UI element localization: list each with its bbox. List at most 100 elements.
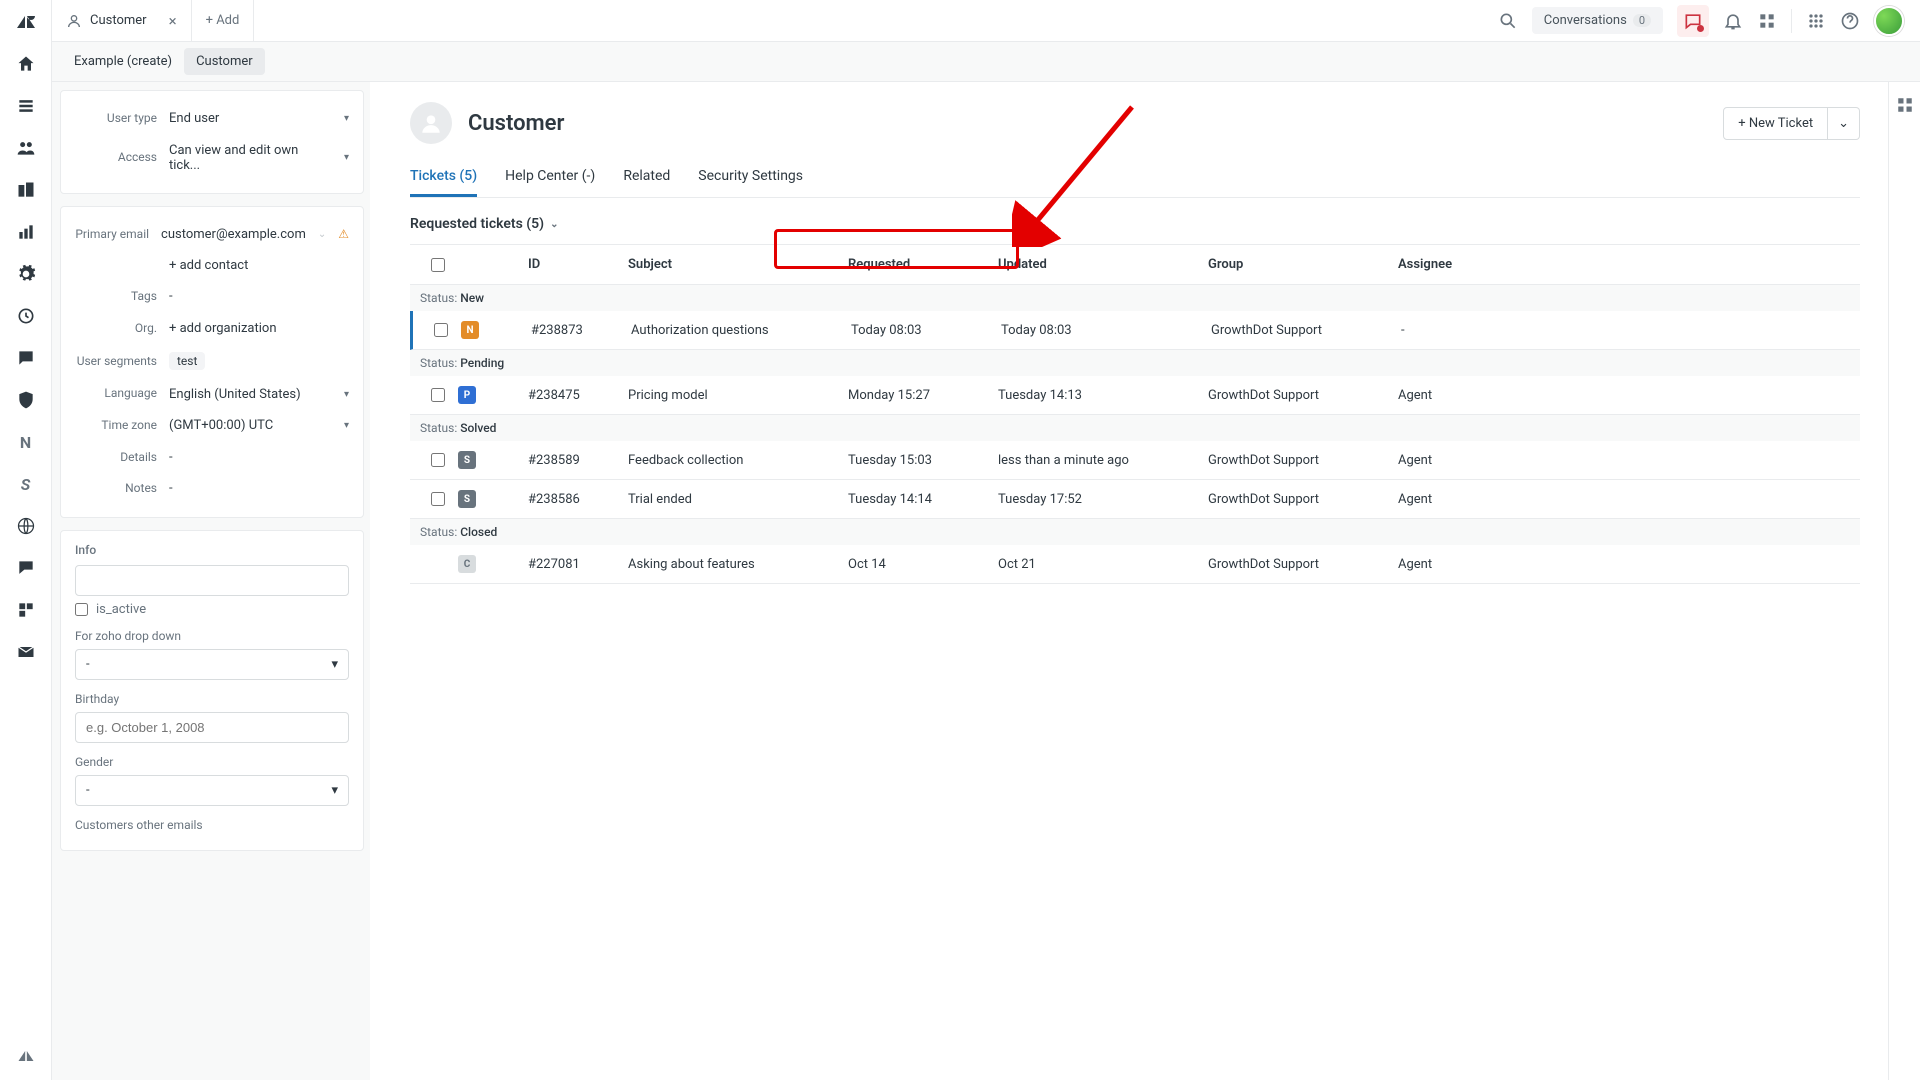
table-row[interactable]: C #227081 Asking about features Oct 14 O… [410,545,1860,584]
views-icon[interactable] [14,94,38,118]
cell-requested: Monday 15:27 [848,388,998,403]
nav-misc-icon[interactable] [14,598,38,622]
search-icon[interactable] [1498,11,1518,31]
nav-icon-1[interactable] [14,304,38,328]
notes-field[interactable]: Notes - [75,473,349,505]
col-group[interactable]: Group [1208,257,1398,272]
tab-add[interactable]: + Add [192,0,255,41]
row-checkbox[interactable] [431,388,445,402]
zoho-select[interactable]: - ▾ [75,649,349,680]
tab-help-center[interactable]: Help Center (-) [505,168,595,197]
email-field[interactable]: Primary email customer@example.com ⌄ ⚠ [75,219,349,251]
select-all-checkbox[interactable] [431,258,445,272]
breadcrumb-customer[interactable]: Customer [184,48,265,75]
segments-field[interactable]: User segments test [75,344,349,378]
cell-updated: Today 08:03 [1001,323,1211,338]
row-checkbox[interactable] [431,453,445,467]
details-label: Details [75,450,157,466]
tags-field[interactable]: Tags - [75,281,349,313]
chat-notif-icon[interactable] [1677,5,1709,37]
help-icon[interactable] [1840,11,1860,31]
language-value: English (United States) [169,387,332,402]
person-icon [66,13,82,29]
tab-customer[interactable]: Customer × [52,0,192,41]
cell-assignee: Agent [1398,557,1852,572]
access-field[interactable]: Access Can view and edit own tick... ▾ [75,135,349,181]
timezone-field[interactable]: Time zone (GMT+00:00) UTC ▾ [75,410,349,442]
nav-globe-icon[interactable] [14,514,38,538]
zendesk-icon[interactable] [14,1044,38,1068]
chevron-down-icon: ▾ [331,783,338,798]
cell-id: #238475 [528,388,628,403]
language-field[interactable]: Language English (United States) ▾ [75,378,349,410]
details-field[interactable]: Details - [75,442,349,474]
col-subject[interactable]: Subject [628,257,848,272]
apps-switcher-icon[interactable] [1757,11,1777,31]
cell-group: GrowthDot Support [1208,557,1398,572]
new-ticket-button[interactable]: + New Ticket [1723,107,1828,140]
content-header: Customer + New Ticket ⌄ [410,102,1860,144]
bento-icon[interactable] [1806,11,1826,31]
nav-n-icon[interactable]: N [14,430,38,454]
tab-related[interactable]: Related [623,168,670,197]
col-id[interactable]: ID [528,257,628,272]
nav-spark-icon[interactable] [14,682,38,706]
apps-panel-icon[interactable] [1896,96,1914,118]
notes-value: - [169,481,349,496]
segments-label: User segments [75,354,157,370]
user-type-field[interactable]: User type End user ▾ [75,103,349,135]
content-area: Customer + New Ticket ⌄ Tickets (5) Help… [382,82,1888,1080]
organizations-icon[interactable] [14,178,38,202]
user-avatar[interactable] [1874,6,1904,36]
row-checkbox[interactable] [431,492,445,506]
add-label: + Add [206,13,240,28]
ticket-filter-dropdown[interactable]: Requested tickets (5) ⌄ [410,216,1860,232]
org-label: Org. [75,321,157,337]
add-contact-row[interactable]: + add contact [75,250,349,281]
cell-requested: Today 08:03 [851,323,1001,338]
other-emails-label: Customers other emails [75,818,349,832]
nav-shield-icon[interactable] [14,388,38,412]
nav-icon-2[interactable] [14,346,38,370]
is-active-input[interactable] [75,603,88,616]
is-active-checkbox[interactable]: is_active [75,602,349,617]
nav-chat-icon[interactable] [14,556,38,580]
table-row[interactable]: N #238873 Authorization questions Today … [410,311,1860,350]
access-label: Access [75,150,157,166]
col-assignee[interactable]: Assignee [1398,257,1852,272]
status-badge-pending: P [458,386,476,404]
col-requested[interactable]: Requested [848,257,998,272]
nav-s-icon[interactable]: S [14,472,38,496]
tab-tickets[interactable]: Tickets (5) [410,168,477,197]
close-icon[interactable]: × [169,12,177,30]
zoho-label: For zoho drop down [75,629,349,643]
cell-subject: Asking about features [628,557,848,572]
customer-avatar-icon [410,102,452,144]
cell-group: GrowthDot Support [1208,388,1398,403]
add-contact-link[interactable]: + add contact [169,258,349,273]
status-badge-solved: S [458,490,476,508]
home-icon[interactable] [14,52,38,76]
row-checkbox[interactable] [434,323,448,337]
table-row[interactable]: S #238589 Feedback collection Tuesday 15… [410,441,1860,480]
admin-gear-icon[interactable] [14,262,38,286]
col-updated[interactable]: Updated [998,257,1208,272]
org-field[interactable]: Org. + add organization [75,313,349,345]
info-input[interactable] [75,565,349,596]
new-ticket-dropdown[interactable]: ⌄ [1828,107,1860,140]
breadcrumb-example[interactable]: Example (create) [62,48,184,75]
reporting-icon[interactable] [14,220,38,244]
bell-icon[interactable] [1723,11,1743,31]
cell-group: GrowthDot Support [1211,323,1401,338]
tab-security[interactable]: Security Settings [698,168,803,197]
add-org-link[interactable]: + add organization [169,321,349,336]
table-row[interactable]: P #238475 Pricing model Monday 15:27 Tue… [410,376,1860,415]
table-row[interactable]: S #238586 Trial ended Tuesday 14:14 Tues… [410,480,1860,519]
cell-subject: Trial ended [628,492,848,507]
segment-chip: test [169,352,205,370]
gender-select[interactable]: - ▾ [75,775,349,806]
birthday-input[interactable] [75,712,349,743]
nav-mail-icon[interactable] [14,640,38,664]
customers-icon[interactable] [14,136,38,160]
conversations-button[interactable]: Conversations 0 [1532,7,1663,34]
